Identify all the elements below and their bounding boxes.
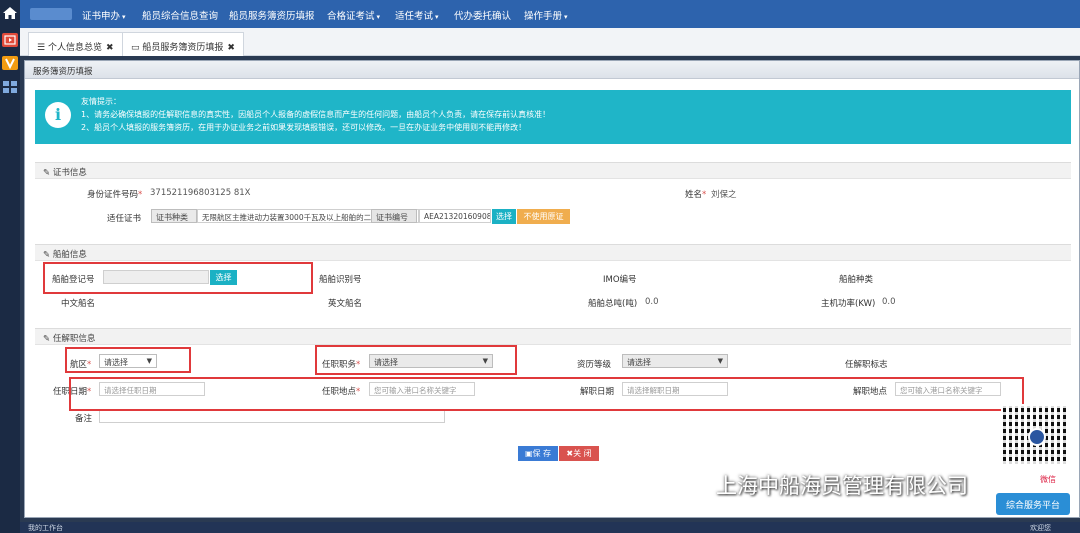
caret-down-icon: ▾ [122, 13, 126, 21]
tip-line-1: 1、请务必确保填报的任解职信息的真实性，因船员个人报备的虚假信息而产生的任何问题… [81, 110, 551, 119]
duty-mark-label: 任解职标志 [845, 360, 888, 370]
weixin-label: 微信 [1040, 475, 1056, 484]
home-icon[interactable] [2, 6, 18, 20]
nav-label: 船员综合信息查询 [142, 11, 219, 22]
nav-competency-exam[interactable]: 适任考试 ▾ [395, 8, 439, 22]
nav-label: 适任考试 [395, 11, 434, 22]
imo-label: IMO编号 [603, 275, 637, 285]
nav-label: 合格证考试 [327, 11, 375, 22]
section-title: 船舶信息 [52, 250, 87, 260]
tab-service-book[interactable]: ▭ 船员服务簿资历填报 ✖ [122, 32, 244, 56]
left-sidebar [0, 0, 20, 533]
cert-no-field[interactable]: AEA21320160908 [419, 209, 491, 223]
nav-label: 船员服务簿资历填报 [229, 11, 315, 22]
bottom-bar: 我的工作台 欢迎您 [20, 522, 1080, 533]
tab-bar: ☰ 个人信息总览 ✖ ▭ 船员服务簿资历填报 ✖ [20, 28, 1080, 56]
top-navbar: 证书申办 ▾ 船员综合信息查询 船员服务簿资历填报 合格证考试 ▾ 适任考试 ▾ 代办… [20, 0, 1080, 28]
select-cert-button[interactable]: 选择 [492, 209, 516, 224]
tip-banner: i 友情提示： 1、请务必确保填报的任解职信息的真实性，因船员个人报备的虚假信息… [35, 90, 1071, 144]
level-select[interactable]: 请选择 ▼ [622, 354, 728, 368]
nav-cert-apply[interactable]: 证书申办 ▾ [82, 8, 126, 22]
nav-label: 操作手册 [524, 11, 563, 22]
highlight-post [315, 345, 517, 375]
close-icon[interactable]: ✖ [106, 43, 114, 53]
service-platform-button[interactable]: 综合服务平台 [996, 493, 1070, 515]
name-value: 刘保之 [711, 190, 737, 200]
service-book-window: 服务簿资历填报 i 友情提示： 1、请务必确保填报的任解职信息的真实性，因船员个… [24, 60, 1080, 518]
highlight-area [65, 347, 191, 373]
v-badge-icon[interactable] [2, 56, 18, 70]
logo-blurred [30, 8, 72, 20]
nav-crew-query[interactable]: 船员综合信息查询 [142, 8, 218, 22]
section-ship: ✎ 船舶信息 [35, 244, 1071, 261]
ship-id-label: 船舶识别号 [319, 275, 362, 285]
company-watermark: 上海中船海员管理有限公司 [716, 474, 968, 498]
cn-name-label: 中文船名 [61, 299, 96, 309]
remark-label: 备注 [75, 414, 93, 424]
grid-icon[interactable] [2, 80, 18, 94]
section-title: 任解职信息 [52, 334, 96, 344]
highlight-ship-reg [43, 262, 313, 294]
level-label: 资历等级 [577, 360, 612, 370]
caret-down-icon: ▼ [717, 357, 723, 365]
qr-logo-icon [1028, 428, 1046, 446]
engine-power-value: 0.0 [882, 297, 896, 307]
list-icon: ☰ [37, 43, 48, 53]
nav-label: 证书申办 [82, 11, 121, 22]
qual-cert-label: 适任证书 [107, 214, 142, 224]
workspace-link[interactable]: 我的工作台 [28, 523, 63, 533]
cert-no-label-box: 证书编号 [371, 209, 417, 223]
tip-heading: 友情提示： [81, 97, 121, 106]
engine-power-label: 主机功率(KW) [821, 299, 876, 309]
close-icon[interactable]: ✖ [227, 43, 235, 53]
cert-type-label-box: 证书种类 [151, 209, 197, 223]
section-cert: ✎ 证书信息 [35, 162, 1071, 179]
welcome-text: 欢迎您 [1030, 524, 1051, 532]
tab-label: 个人信息总览 [47, 43, 102, 53]
edit-icon: ✎ [43, 334, 53, 344]
info-icon: i [45, 102, 71, 128]
edit-icon: ✎ [43, 168, 53, 178]
wechat-icon [677, 475, 707, 495]
tab-personal-overview[interactable]: ☰ 个人信息总览 ✖ [28, 32, 123, 56]
nav-agent-confirm[interactable]: 代办委托确认 [454, 8, 511, 22]
name-label: 姓名* [685, 190, 707, 200]
caret-down-icon: ▾ [564, 13, 568, 21]
nav-manual[interactable]: 操作手册 ▾ [524, 8, 568, 22]
caret-down-icon: ▾ [376, 13, 381, 21]
id-number-value: 371521196803125 81X [150, 188, 251, 198]
highlight-dates [69, 377, 1024, 411]
tab-label: 船员服务簿资历填报 [142, 43, 224, 53]
nav-label: 代办委托确认 [454, 11, 512, 22]
id-number-label: 身份证件号码* [87, 190, 143, 200]
section-duty: ✎ 任解职信息 [35, 328, 1071, 345]
nav-qual-exam[interactable]: 合格证考试 ▾ [327, 8, 380, 22]
video-icon[interactable] [2, 33, 18, 47]
save-button[interactable]: ▣保 存 [518, 446, 558, 461]
card-icon: ▭ [131, 43, 143, 53]
nav-service-book[interactable]: 船员服务簿资历填报 [229, 8, 315, 22]
caret-down-icon: ▾ [435, 13, 439, 21]
save-icon: ▣ [524, 449, 533, 458]
en-name-label: 英文船名 [328, 299, 363, 309]
qr-code [1001, 404, 1071, 466]
close-button[interactable]: ✖关 闭 [559, 446, 599, 461]
window-title: 服务簿资历填报 [25, 61, 1079, 79]
remark-input[interactable] [99, 409, 445, 423]
edit-icon: ✎ [43, 250, 53, 260]
section-title: 证书信息 [52, 168, 87, 178]
gross-tonnage-label: 船舶总吨(吨) [588, 299, 638, 309]
unused-cert-button[interactable]: 不使用原证 [517, 209, 570, 224]
gross-tonnage-value: 0.0 [645, 297, 659, 307]
ship-kind-label: 船舶种类 [839, 275, 874, 285]
tip-line-2: 2、船员个人填报的服务簿资历，在用于办证业务之前如果发现填报错误，还可以修改。一… [81, 123, 527, 132]
